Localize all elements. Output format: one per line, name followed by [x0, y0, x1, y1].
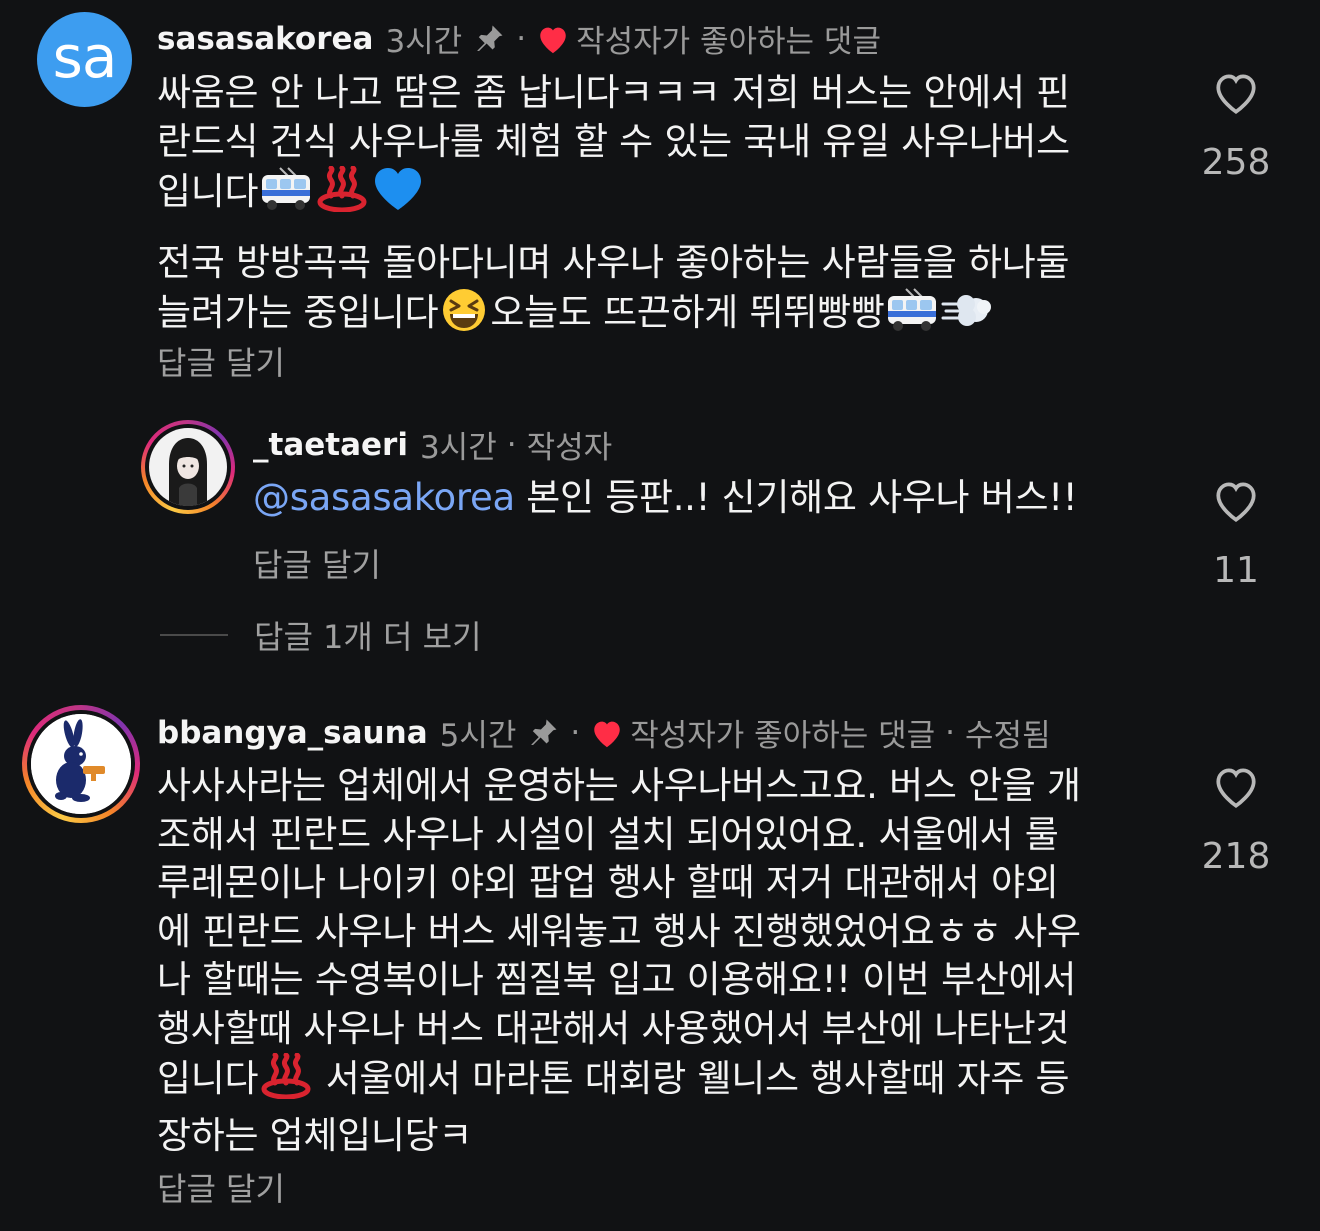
timestamp: 3시간 — [385, 24, 463, 60]
avatar[interactable]: sa — [37, 12, 132, 107]
separator-dot: · — [516, 20, 527, 57]
reply-button[interactable]: 답글 달기 — [157, 338, 285, 384]
comment-text: 싸움은 안 나고 땀은 좀 납니다ㅋㅋㅋ 저희 버스는 안에서 핀 란드식 건식… — [157, 69, 1157, 346]
comment-header: sasasakorea 3시간 · 작성자가 좋아하는 댓글 — [157, 16, 881, 61]
avatar[interactable] — [22, 705, 140, 823]
comment-text-part3: 오늘도 뜨끈하게 뛰뛰빵빵 — [490, 291, 885, 334]
like-count: 258 — [1201, 142, 1271, 183]
like-column: 258 — [1176, 70, 1296, 183]
avatar[interactable] — [141, 420, 235, 514]
heart-outline-icon[interactable] — [1211, 764, 1261, 814]
liked-by-author-label: 작성자가 좋아하는 댓글 — [630, 718, 936, 754]
trolleybus-emoji — [884, 287, 940, 346]
author-label: 작성자 — [526, 430, 613, 466]
like-column: 11 — [1176, 478, 1296, 591]
heart-icon — [536, 23, 570, 55]
trolleybus-emoji — [258, 166, 314, 225]
like-column: 218 — [1176, 764, 1296, 877]
mention-link[interactable]: @sasasakorea — [253, 476, 515, 519]
comment-text: 사사사라는 업체에서 운영하는 사우나버스고요. 버스 안을 개 조해서 핀란드… — [157, 762, 1167, 1160]
avatar-text: sa — [52, 22, 118, 91]
username[interactable]: _taetaeri — [253, 427, 408, 463]
comment-text-body: 본인 등판..! 신기해요 사우나 버스!! — [514, 476, 1078, 519]
grinning-squinting-emoji — [438, 287, 490, 346]
avatar-photo — [149, 428, 227, 506]
comment-text: @sasasakorea 본인 등판..! 신기해요 사우나 버스!! — [253, 474, 1173, 523]
reply-button[interactable]: 답글 달기 — [253, 540, 381, 586]
view-more-replies-button[interactable]: 답글 1개 더 보기 — [160, 612, 482, 658]
like-count: 11 — [1213, 550, 1259, 591]
hot-springs-emoji — [314, 165, 370, 225]
heart-icon — [590, 717, 624, 749]
username[interactable]: bbangya_sauna — [157, 715, 428, 751]
avatar-photo — [31, 714, 131, 814]
comment-header: bbangya_sauna 5시간 · 작성자가 좋아하는 댓글 · 수정됨 — [157, 710, 1051, 755]
comment-text-part1: 사사사라는 업체에서 운영하는 사우나버스고요. 버스 안을 개 조해서 핀란드… — [157, 764, 1081, 1100]
like-count: 218 — [1201, 836, 1271, 877]
separator-dot: · — [945, 714, 956, 751]
username[interactable]: sasasakorea — [157, 21, 373, 57]
reply-button[interactable]: 답글 달기 — [157, 1164, 285, 1210]
separator-dot: · — [570, 714, 581, 751]
liked-by-author-label: 작성자가 좋아하는 댓글 — [576, 24, 881, 60]
comment-header: _taetaeri 3시간 · 작성자 — [253, 422, 612, 467]
separator-dot: · — [506, 426, 517, 463]
view-more-replies-label: 답글 1개 더 보기 — [254, 618, 482, 656]
divider-line — [160, 634, 228, 636]
hot-springs-emoji — [258, 1052, 314, 1112]
heart-outline-icon[interactable] — [1211, 478, 1261, 528]
timestamp: 3시간 — [419, 430, 497, 466]
edited-label: 수정됨 — [965, 718, 1051, 754]
dash-emoji — [940, 287, 996, 346]
pin-icon — [472, 22, 506, 56]
blue-heart-emoji — [370, 166, 426, 225]
timestamp: 5시간 — [439, 718, 517, 754]
heart-outline-icon[interactable] — [1211, 70, 1261, 120]
pin-icon — [526, 716, 560, 750]
